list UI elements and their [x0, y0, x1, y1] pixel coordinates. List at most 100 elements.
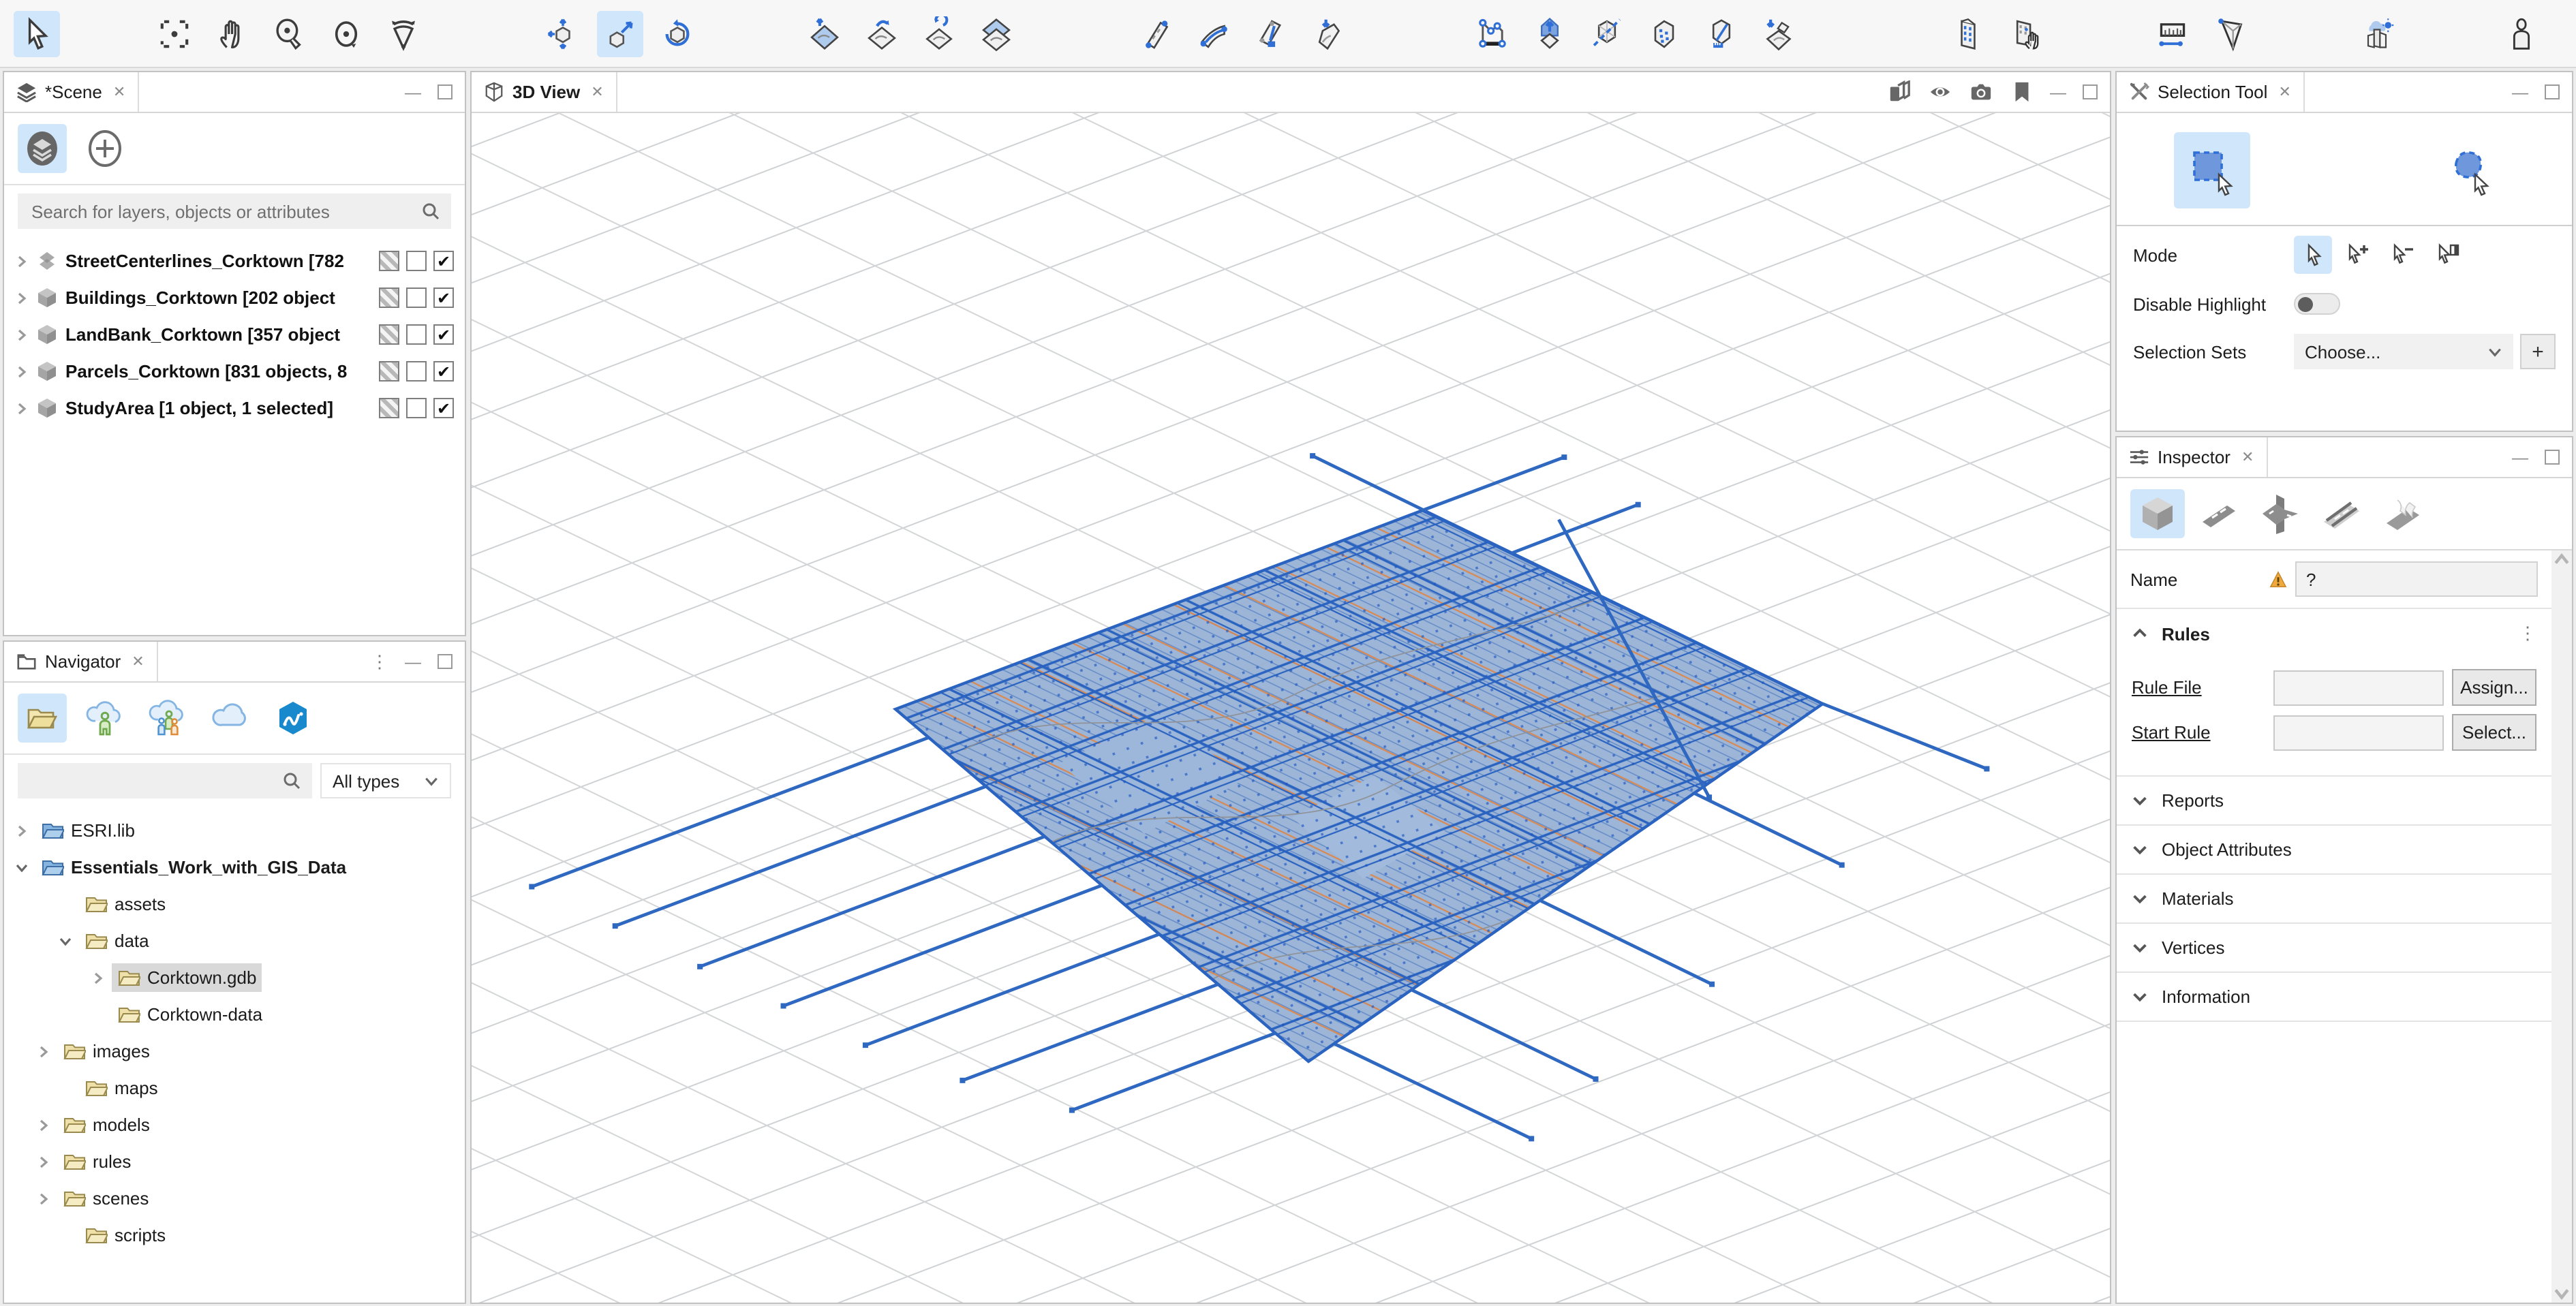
- scene-search-input[interactable]: [29, 200, 413, 223]
- rule-file-field[interactable]: [2273, 670, 2444, 705]
- layer-empty-checkbox[interactable]: [406, 324, 427, 345]
- section-rules[interactable]: Rules ⋮: [2117, 609, 2551, 658]
- rotate-button[interactable]: [654, 10, 701, 57]
- type-intersection-button[interactable]: [2253, 489, 2307, 538]
- measure-button[interactable]: [2149, 10, 2196, 57]
- portal-groups-button[interactable]: [143, 694, 192, 743]
- layer-visible-checkbox[interactable]: ✔: [433, 361, 454, 382]
- tree-item-maps[interactable]: maps: [4, 1070, 465, 1106]
- layer-visible-checkbox[interactable]: ✔: [433, 398, 454, 418]
- viewshed-button[interactable]: [2207, 10, 2253, 57]
- layer-empty-checkbox[interactable]: [406, 287, 427, 308]
- layer-visible-checkbox[interactable]: ✔: [433, 251, 454, 271]
- tree-item-images[interactable]: images: [4, 1033, 465, 1070]
- tab-inspector[interactable]: Inspector ✕: [2117, 437, 2268, 477]
- layer-partial-checkbox[interactable]: [379, 287, 399, 308]
- tree-item-corktown-data[interactable]: Corktown-data: [4, 996, 465, 1033]
- layer-view-button[interactable]: [18, 124, 67, 173]
- tab-selection-tool[interactable]: Selection Tool ✕: [2117, 72, 2305, 112]
- environment-settings-button[interactable]: [2354, 10, 2400, 57]
- push-pull-button[interactable]: [1527, 10, 1573, 57]
- cloud-services-button[interactable]: [206, 694, 255, 743]
- generate-models-button[interactable]: [1945, 10, 1991, 57]
- look-around-button[interactable]: [380, 10, 427, 57]
- layer-row-buildings[interactable]: Buildings_Corktown [202 object ✔: [4, 279, 465, 316]
- viewports-icon[interactable]: [1888, 80, 1911, 104]
- navigator-maximize-button[interactable]: [438, 654, 453, 669]
- tab-navigator[interactable]: Navigator ✕: [4, 642, 158, 681]
- inspector-scrollbar[interactable]: [2551, 550, 2572, 1303]
- tree-item-corktown-gdb[interactable]: Corktown.gdb: [4, 959, 465, 996]
- view3d-maximize-button[interactable]: [2083, 84, 2098, 99]
- curve-street-button[interactable]: [1190, 10, 1236, 57]
- measure-model-button[interactable]: [1698, 10, 1745, 57]
- section-vertices[interactable]: Vertices: [2117, 924, 2551, 973]
- layer-empty-checkbox[interactable]: [406, 398, 427, 418]
- mode-invert-button[interactable]: [2429, 236, 2467, 274]
- pan-button[interactable]: [209, 10, 255, 57]
- scale-button[interactable]: [597, 10, 643, 57]
- align-shapes-button[interactable]: [973, 10, 1019, 57]
- portal-content-button[interactable]: [80, 694, 129, 743]
- add-layer-button[interactable]: [80, 124, 129, 173]
- scroll-up-icon[interactable]: [2554, 553, 2569, 565]
- add-selection-set-button[interactable]: +: [2520, 334, 2556, 369]
- name-field[interactable]: ?: [2295, 561, 2538, 597]
- layer-row-parcels[interactable]: Parcels_Corktown [831 objects, 8 ✔: [4, 353, 465, 390]
- workspace-files-button[interactable]: [18, 694, 67, 743]
- layer-partial-checkbox[interactable]: [379, 398, 399, 418]
- layer-partial-checkbox[interactable]: [379, 251, 399, 271]
- layer-partial-checkbox[interactable]: [379, 324, 399, 345]
- tumble-button[interactable]: [323, 10, 369, 57]
- cleanup-graph-button[interactable]: [1247, 10, 1293, 57]
- terrain-reset-button[interactable]: [916, 10, 962, 57]
- move-button[interactable]: [540, 10, 586, 57]
- section-information[interactable]: Information: [2117, 973, 2551, 1022]
- select-tool-button[interactable]: [14, 10, 60, 57]
- selection-sets-dropdown[interactable]: Choose...: [2294, 334, 2513, 369]
- navigator-search-input[interactable]: [29, 769, 274, 792]
- tab-scene[interactable]: *Scene ✕: [4, 72, 140, 112]
- terrain-exaggerate-button[interactable]: [859, 10, 905, 57]
- layer-visible-checkbox[interactable]: ✔: [433, 324, 454, 345]
- create-street-button[interactable]: [1133, 10, 1179, 57]
- scene-minimize-button[interactable]: —: [405, 84, 421, 100]
- tab-3d-view[interactable]: 3D View ✕: [472, 72, 617, 112]
- navigator-minimize-button[interactable]: —: [405, 653, 421, 670]
- layer-row-studyarea[interactable]: StudyArea [1 object, 1 selected] ✔: [4, 390, 465, 426]
- tree-item-rules[interactable]: rules: [4, 1143, 465, 1180]
- scene-maximize-button[interactable]: [438, 84, 453, 99]
- eye-icon[interactable]: [1929, 80, 1952, 104]
- rectangle-select-button[interactable]: [2174, 132, 2250, 208]
- camera-icon[interactable]: [1969, 80, 1993, 104]
- align-shape-button[interactable]: [1755, 10, 1802, 57]
- rules-menu-icon[interactable]: ⋮: [2519, 623, 2536, 644]
- navigator-close-icon[interactable]: ✕: [132, 653, 144, 670]
- inspector-close-icon[interactable]: ✕: [2241, 448, 2254, 466]
- select-button[interactable]: Select...: [2452, 714, 2536, 751]
- selection-tool-minimize-button[interactable]: —: [2512, 84, 2528, 100]
- type-street-lanes-button[interactable]: [2314, 489, 2369, 538]
- scroll-down-icon[interactable]: [2554, 1288, 2569, 1300]
- tree-item-scenes[interactable]: scenes: [4, 1180, 465, 1217]
- bookmark-icon[interactable]: [2010, 80, 2034, 104]
- type-filter-dropdown[interactable]: All types: [320, 763, 451, 798]
- layer-visible-checkbox[interactable]: ✔: [433, 287, 454, 308]
- terrain-align-button[interactable]: [801, 10, 848, 57]
- texture-shape-button[interactable]: [1641, 10, 1687, 57]
- split-shape-button[interactable]: [1584, 10, 1630, 57]
- selection-tool-maximize-button[interactable]: [2545, 84, 2560, 99]
- type-street-segment-button[interactable]: [2192, 489, 2246, 538]
- type-sidewalk-button[interactable]: [2376, 489, 2430, 538]
- zoom-button[interactable]: [266, 10, 312, 57]
- touch-up-models-button[interactable]: [2002, 10, 2049, 57]
- zoom-extents-button[interactable]: [151, 10, 198, 57]
- user-avatar-button[interactable]: [2498, 10, 2545, 57]
- arcgis-online-button[interactable]: [269, 694, 318, 743]
- tree-item-scripts[interactable]: scripts: [4, 1217, 465, 1254]
- inspector-minimize-button[interactable]: —: [2512, 449, 2528, 465]
- tree-item-models[interactable]: models: [4, 1106, 465, 1143]
- viewport-3d[interactable]: [472, 113, 2110, 1303]
- section-materials[interactable]: Materials: [2117, 875, 2551, 924]
- tree-item-assets[interactable]: assets: [4, 886, 465, 922]
